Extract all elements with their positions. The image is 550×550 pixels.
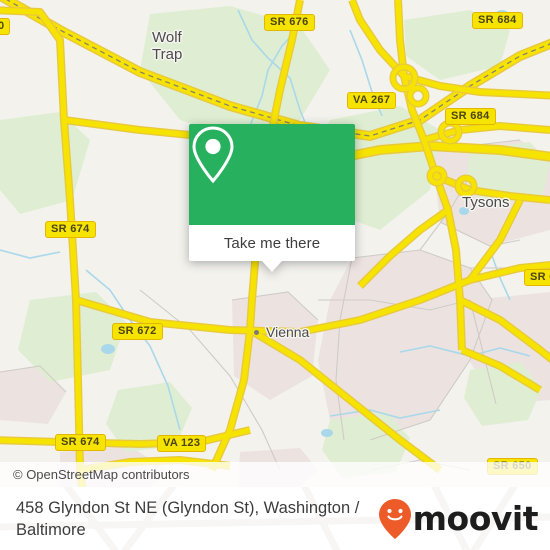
map-attribution-bar: © OpenStreetMap contributors — [0, 462, 550, 487]
road-shield-sr-684-south: SR 684 — [445, 108, 496, 125]
map-canvas[interactable]: Wolf Trap Tysons Vienna 0 SR 676 SR 684 … — [0, 0, 550, 487]
location-pin-icon — [192, 126, 234, 184]
road-shield-sr-650-east: SR 650 — [524, 269, 550, 286]
callout-tail — [262, 261, 282, 272]
footer-content: 458 Glyndon St NE (Glyndon St), Washingt… — [0, 487, 550, 550]
moovit-brand: moovit — [378, 498, 539, 540]
road-shield-sr-672: SR 672 — [112, 323, 163, 340]
callout-pin-panel — [189, 124, 355, 225]
moovit-smiley-pin-icon — [378, 498, 411, 539]
road-shield-sr-674-north: SR 674 — [45, 221, 96, 238]
city-dot-vienna — [254, 330, 259, 335]
road-shield-0: 0 — [0, 18, 11, 35]
destination-address: 458 Glyndon St NE (Glyndon St), Washingt… — [16, 498, 360, 539]
road-shield-sr-684-north: SR 684 — [472, 12, 523, 29]
road-shield-va-267: VA 267 — [347, 92, 397, 109]
footer-bar: 458 Glyndon St NE (Glyndon St), Washingt… — [0, 487, 550, 550]
destination-callout-card[interactable]: Take me there — [189, 124, 355, 272]
take-me-there-label: Take me there — [223, 234, 321, 252]
moovit-wordmark: moovit — [412, 499, 539, 538]
road-shield-sr-674-south: SR 674 — [55, 434, 106, 451]
road-shield-sr-676: SR 676 — [264, 14, 315, 31]
moovit-map-screenshot: Wolf Trap Tysons Vienna 0 SR 676 SR 684 … — [0, 0, 550, 550]
osm-attribution-text: © OpenStreetMap contributors — [13, 467, 190, 482]
take-me-there-button[interactable]: Take me there — [189, 225, 355, 261]
road-shield-va-123: VA 123 — [157, 435, 207, 452]
